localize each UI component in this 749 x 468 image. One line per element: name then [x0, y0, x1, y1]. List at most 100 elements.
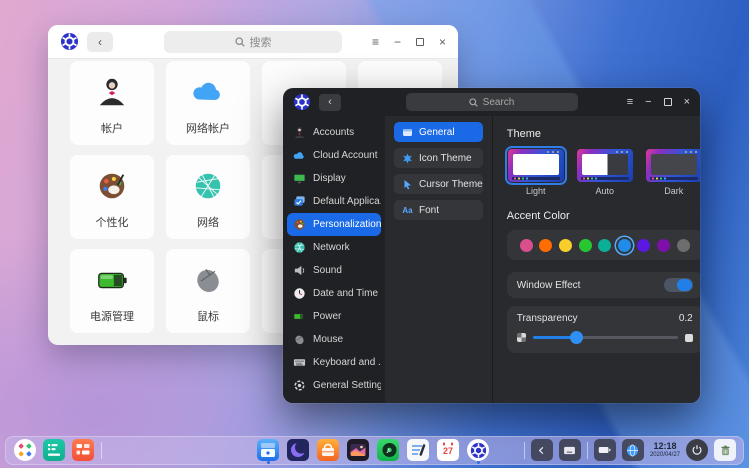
maximize-button[interactable] — [664, 98, 672, 106]
launcher-icon[interactable] — [14, 439, 36, 461]
control-center-titlebar: ‹ 搜索 ≡ − × — [48, 25, 458, 59]
music-note-glyph: ♪ — [386, 445, 391, 455]
image-viewer-icon[interactable] — [347, 439, 369, 461]
personalization-subnav: General Icon Theme Cursor Theme Aa Font — [385, 116, 492, 403]
accent-dot-purple[interactable] — [657, 239, 670, 252]
control-center-icon[interactable] — [467, 439, 489, 461]
file-manager-icon[interactable] — [257, 439, 279, 461]
shutdown-icon[interactable] — [686, 439, 708, 461]
back-button[interactable]: ‹ — [87, 32, 113, 52]
dock-separator — [101, 442, 102, 459]
calendar-icon[interactable]: 27 — [437, 439, 459, 461]
search-input[interactable]: 搜索 — [164, 31, 342, 53]
accent-dot-orange[interactable] — [539, 239, 552, 252]
accent-dot-blue[interactable] — [618, 239, 631, 252]
settings-sidebar: Accounts Cloud Account Display Default A… — [283, 116, 385, 403]
theme-option-light[interactable]: Light — [507, 149, 565, 196]
globe-icon — [293, 241, 306, 254]
speaker-icon — [293, 264, 306, 277]
running-indicator — [477, 461, 480, 464]
theme-heading: Theme — [507, 128, 700, 140]
display-icon — [293, 172, 306, 185]
minimize-button[interactable]: − — [645, 96, 651, 108]
card-accounts[interactable]: 帐户 — [70, 61, 154, 145]
sidebar-item-date-time[interactable]: Date and Time — [287, 282, 381, 305]
card-personalization[interactable]: 个性化 — [70, 155, 154, 239]
transparency-slider[interactable] — [533, 331, 678, 344]
settings-logo-icon — [293, 93, 312, 112]
opaque-square-icon — [685, 334, 693, 342]
task-list-icon[interactable] — [43, 439, 65, 461]
menu-icon[interactable]: ≡ — [372, 35, 379, 49]
virtual-keyboard-icon[interactable] — [559, 439, 581, 461]
battery-icon — [94, 262, 130, 298]
sidebar-item-accounts[interactable]: Accounts — [287, 121, 381, 144]
app-store-icon[interactable] — [317, 439, 339, 461]
calendar-day: 27 — [437, 446, 459, 456]
theme-preview-dark — [646, 149, 700, 182]
gear-icon — [293, 379, 306, 392]
sidebar-item-sound[interactable]: Sound — [287, 259, 381, 282]
clock-widget[interactable]: 12:18 2020/04/27 — [650, 442, 680, 458]
search-input[interactable]: Search — [406, 93, 578, 111]
search-icon — [469, 98, 478, 107]
accent-dot-teal[interactable] — [598, 239, 611, 252]
user-icon — [94, 74, 130, 110]
sidebar-item-network[interactable]: Network — [287, 236, 381, 259]
maximize-button[interactable] — [416, 38, 424, 46]
desktop: ‹ 搜索 ≡ − × 帐户 网络帐 — [0, 0, 749, 468]
sidebar-item-power[interactable]: Power — [287, 305, 381, 328]
flower-icon — [402, 153, 413, 164]
browser-icon[interactable] — [287, 439, 309, 461]
window-effect-row: Window Effect — [507, 272, 700, 298]
subnav-cursor-theme[interactable]: Cursor Theme — [394, 174, 483, 194]
apps-icon — [293, 195, 306, 208]
settings-titlebar: ‹ Search ≡ − × — [283, 88, 700, 116]
close-button[interactable]: × — [684, 96, 690, 108]
sidebar-item-mouse[interactable]: Mouse — [287, 328, 381, 351]
accent-dot-indigo[interactable] — [637, 239, 650, 252]
cloud-icon — [190, 74, 226, 110]
sidebar-item-display[interactable]: Display — [287, 167, 381, 190]
theme-preview-auto — [577, 149, 633, 182]
cursor-icon — [402, 179, 413, 190]
trash-icon[interactable] — [714, 439, 736, 461]
card-cloud-account[interactable]: 网络帐户 — [166, 61, 250, 145]
sidebar-item-default-applications[interactable]: Default Applica... — [287, 190, 381, 213]
sidebar-item-cloud-account[interactable]: Cloud Account — [287, 144, 381, 167]
sidebar-item-personalization[interactable]: Personalization — [287, 213, 381, 236]
tray-expand-icon[interactable] — [531, 439, 553, 461]
subnav-icon-theme[interactable]: Icon Theme — [394, 148, 483, 168]
close-button[interactable]: × — [439, 35, 446, 49]
clock-icon — [293, 287, 306, 300]
battery-icon — [293, 310, 306, 323]
menu-icon[interactable]: ≡ — [627, 96, 633, 108]
sidebar-item-keyboard[interactable]: Keyboard and ... — [287, 351, 381, 374]
window-icon — [402, 127, 413, 138]
music-icon[interactable]: ♪ — [377, 439, 399, 461]
network-icon[interactable] — [622, 439, 644, 461]
window-effect-toggle[interactable] — [664, 278, 693, 292]
text-editor-icon[interactable] — [407, 439, 429, 461]
globe-icon — [190, 168, 226, 204]
minimize-button[interactable]: − — [394, 35, 401, 49]
theme-option-dark[interactable]: Dark — [645, 149, 700, 196]
sidebar-item-general-settings[interactable]: General Settings — [287, 374, 381, 397]
back-button[interactable]: ‹ — [319, 94, 341, 111]
subnav-general[interactable]: General — [394, 122, 483, 142]
theme-options: Light Auto Dark — [507, 149, 700, 196]
accent-dot-pink[interactable] — [520, 239, 533, 252]
accent-color-heading: Accent Color — [507, 210, 700, 222]
accent-dot-gray[interactable] — [677, 239, 690, 252]
multitasking-icon[interactable] — [72, 439, 94, 461]
subnav-font[interactable]: Aa Font — [394, 200, 483, 220]
theme-option-auto[interactable]: Auto — [576, 149, 634, 196]
battery-icon[interactable] — [594, 439, 616, 461]
accent-dot-green[interactable] — [579, 239, 592, 252]
card-power[interactable]: 电源管理 — [70, 249, 154, 333]
accent-dot-yellow[interactable] — [559, 239, 572, 252]
slider-thumb[interactable] — [570, 331, 583, 344]
dock-separator — [524, 442, 525, 459]
card-network[interactable]: 网络 — [166, 155, 250, 239]
card-mouse[interactable]: 鼠标 — [166, 249, 250, 333]
